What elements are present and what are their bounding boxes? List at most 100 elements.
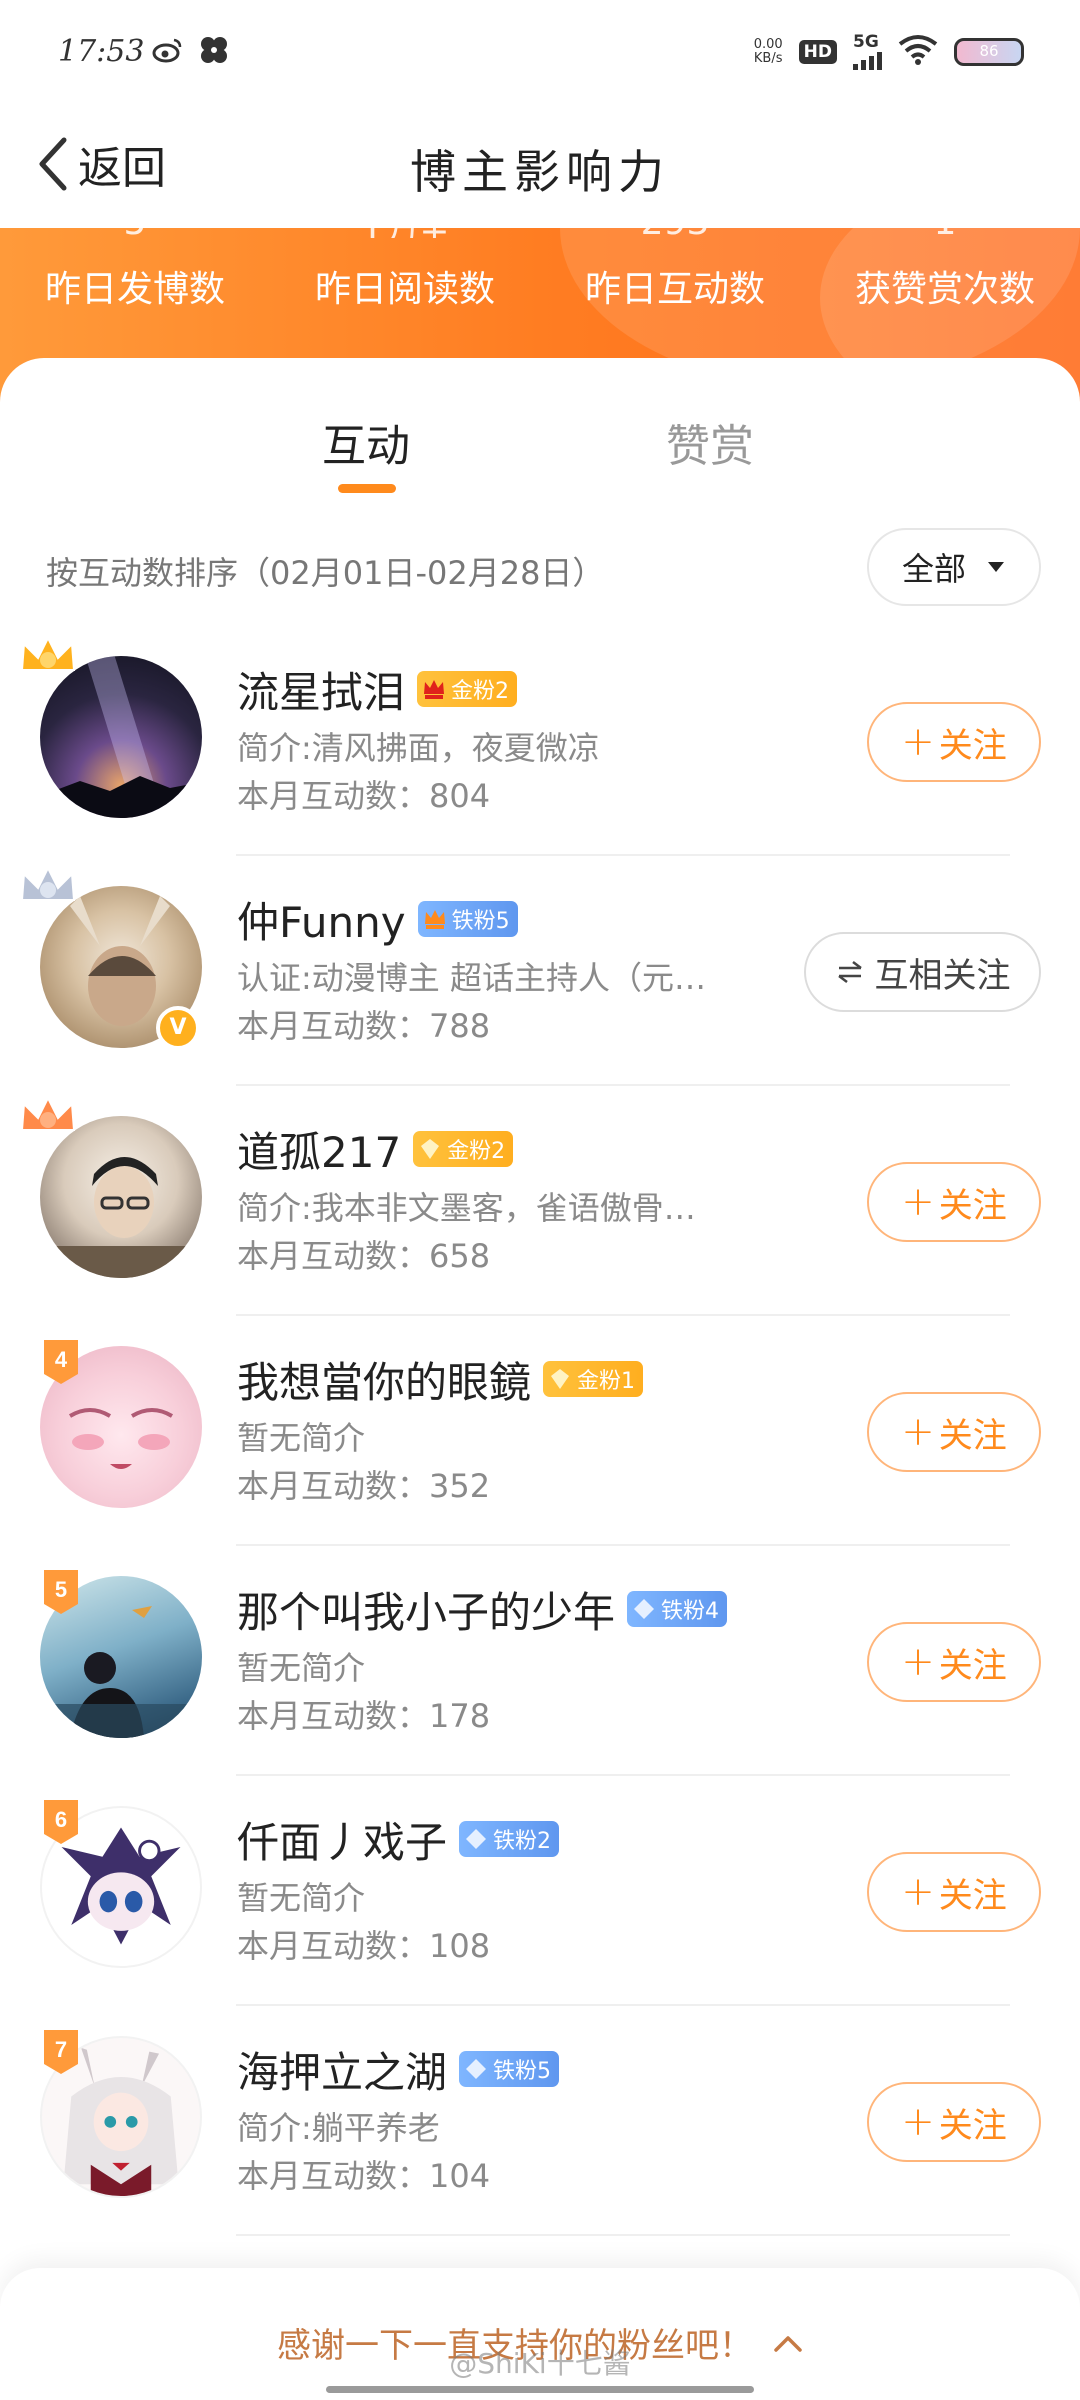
tab-indicator [338,484,396,493]
fan-badge-label: 铁粉2 [493,1829,552,1854]
count-label: 本月互动数： [237,1007,430,1045]
count-value: 804 [429,777,491,815]
gem-icon [421,1139,440,1159]
plus-icon: + [901,719,935,765]
fan-app-icon [198,34,230,66]
plus-icon: + [901,1869,935,1915]
fan-desc: 简介:清风拂面，夜夏微凉 [237,729,600,767]
follow-button[interactable]: + 关注 [867,702,1041,782]
fan-badge: 铁粉2 [459,1821,560,1857]
fan-badge: 铁粉5 [459,2051,560,2087]
tab-bar: 互动 赞赏 [0,358,1080,508]
stat-label: 昨日阅读数 [314,269,495,310]
stat-value: 1万+ [270,228,540,238]
list-item[interactable]: 6 仟面丿戏子 铁粉2 暂无简介 本月互动数：108 + 关注 [0,1776,1080,2006]
follow-label: 关注 [938,1875,1007,1916]
fan-badge: 金粉2 [413,1131,514,1167]
fan-name[interactable]: 仲Funny [237,889,406,950]
fan-name[interactable]: 海押立之湖 [237,2039,447,2100]
page-title: 博主影响力 [410,145,670,199]
fan-count: 本月互动数：658 [237,1234,797,1278]
follow-button[interactable]: + 关注 [867,1392,1041,1472]
rank-number: 5 [55,1577,67,1602]
mutual-follow-button[interactable]: 互相关注 [804,932,1041,1012]
count-label: 本月互动数： [237,2157,430,2195]
swap-arrows-icon [837,961,862,983]
list-item[interactable]: 流星拭泪 金粉2 简介:清风拂面，夜夏微凉 本月互动数：804 + 关注 [0,626,1080,856]
rank-crown-gold-icon [20,635,76,671]
count-label: 本月互动数： [237,1697,430,1735]
fan-badge: 金粉1 [543,1361,644,1397]
fan-count: 本月互动数：108 [237,1924,797,1968]
rank-number: 4 [55,1347,68,1372]
list-item[interactable]: 4 我想當你的眼鏡 金粉1 暂无简介 本月互动数：352 + 关注 [0,1316,1080,1546]
follow-button[interactable]: + 关注 [867,2082,1041,2162]
follow-button[interactable]: + 关注 [867,1852,1041,1932]
fan-name[interactable]: 道孤217 [237,1119,401,1180]
fan-name[interactable]: 那个叫我小子的少年 [237,1579,615,1640]
list-item[interactable]: V 仲Funny 铁粉5 认证:动漫博主 超话主持人（元… 本月互动数：788 … [0,856,1080,1086]
stat-interactions[interactable]: 293 昨日互动数 [540,228,810,310]
follow-label: 关注 [938,725,1007,766]
net-speed: 0.00 KB/s [754,38,783,66]
nav-header: 返回 博主影响力 [0,110,1080,228]
count-label: 本月互动数： [237,1927,430,1965]
stat-posts[interactable]: 5 昨日发博数 [0,228,270,310]
signal-icon [853,50,882,70]
count-value: 658 [429,1237,491,1275]
plus-icon: + [901,2099,935,2145]
verified-icon: V [156,1006,200,1050]
filter-label: 全部 [901,550,966,588]
follow-label: 关注 [938,1645,1007,1686]
fan-desc: 简介:我本非文墨客，雀语傲骨… [237,1189,696,1227]
fan-count: 本月互动数：104 [237,2154,797,2198]
stat-reads[interactable]: 1万+ 昨日阅读数 [270,228,540,310]
fan-badge-label: 金粉1 [577,1369,636,1394]
sort-label: 按互动数排序（02月01日-02月28日） [46,554,605,592]
stat-label: 昨日互动数 [584,269,765,310]
list-item[interactable]: 道孤217 金粉2 简介:我本非文墨客，雀语傲骨… 本月互动数：658 + 关注 [0,1086,1080,1316]
fan-name[interactable]: 流星拭泪 [237,659,405,720]
follow-label: 关注 [938,1415,1007,1456]
fan-badge: 金粉2 [417,671,518,707]
fan-badge: 铁粉4 [627,1591,728,1627]
list-item[interactable]: 5 那个叫我小子的少年 铁粉4 暂无简介 本月互动数：178 + 关注 [0,1546,1080,1776]
count-value: 352 [429,1467,491,1505]
fan-desc: 简介:躺平养老 [237,2109,440,2147]
clock: 17:53 [58,34,145,69]
plus-icon: + [901,1179,935,1225]
rank-number: 6 [55,1807,67,1832]
notification-icons [152,34,230,66]
count-label: 本月互动数： [237,777,430,815]
stat-rewards[interactable]: 1 获赞赏次数 [810,228,1080,310]
fan-badge-label: 金粉2 [447,1139,506,1164]
follow-button[interactable]: + 关注 [867,1622,1041,1702]
crown-icon [424,680,445,699]
rank-badge-icon: 5 [44,1570,78,1614]
fan-name[interactable]: 我想當你的眼鏡 [237,1349,531,1410]
gem-icon [551,1369,570,1389]
filter-dropdown[interactable]: 全部 [867,528,1041,606]
fans-card: 互动 赞赏 按互动数排序（02月01日-02月28日） 全部 流星拭泪 金粉2 [0,358,1080,2400]
fan-count: 本月互动数：352 [237,1464,797,1508]
battery-icon: 86 [954,38,1024,66]
fan-name[interactable]: 仟面丿戏子 [237,1809,447,1870]
net-speed-unit: KB/s [753,51,783,66]
count-value: 104 [429,2157,491,2195]
network-type: 5G [853,32,879,52]
fan-badge-label: 金粉2 [451,679,510,704]
stat-label: 获赞赏次数 [854,269,1035,310]
follow-button[interactable]: + 关注 [867,1162,1041,1242]
fan-count: 本月互动数：178 [237,1694,797,1738]
hd-badge: HD [798,40,837,64]
tab-interaction[interactable]: 互动 [322,410,410,474]
tab-reward[interactable]: 赞赏 [666,410,754,474]
home-indicator[interactable] [326,2386,754,2393]
status-bar: 17:53 0.00 KB/s HD 5G 86 [0,0,1080,110]
diamond-icon [634,1599,655,1619]
list-item[interactable]: 7 海押立之湖 铁粉5 简介:躺平养老 本月互动数：104 + 关注 [0,2006,1080,2236]
count-value: 788 [429,1007,491,1045]
rank-badge-icon: 4 [44,1340,78,1384]
mutual-follow-label: 互相关注 [874,955,1011,996]
stat-value: 5 [0,228,270,238]
